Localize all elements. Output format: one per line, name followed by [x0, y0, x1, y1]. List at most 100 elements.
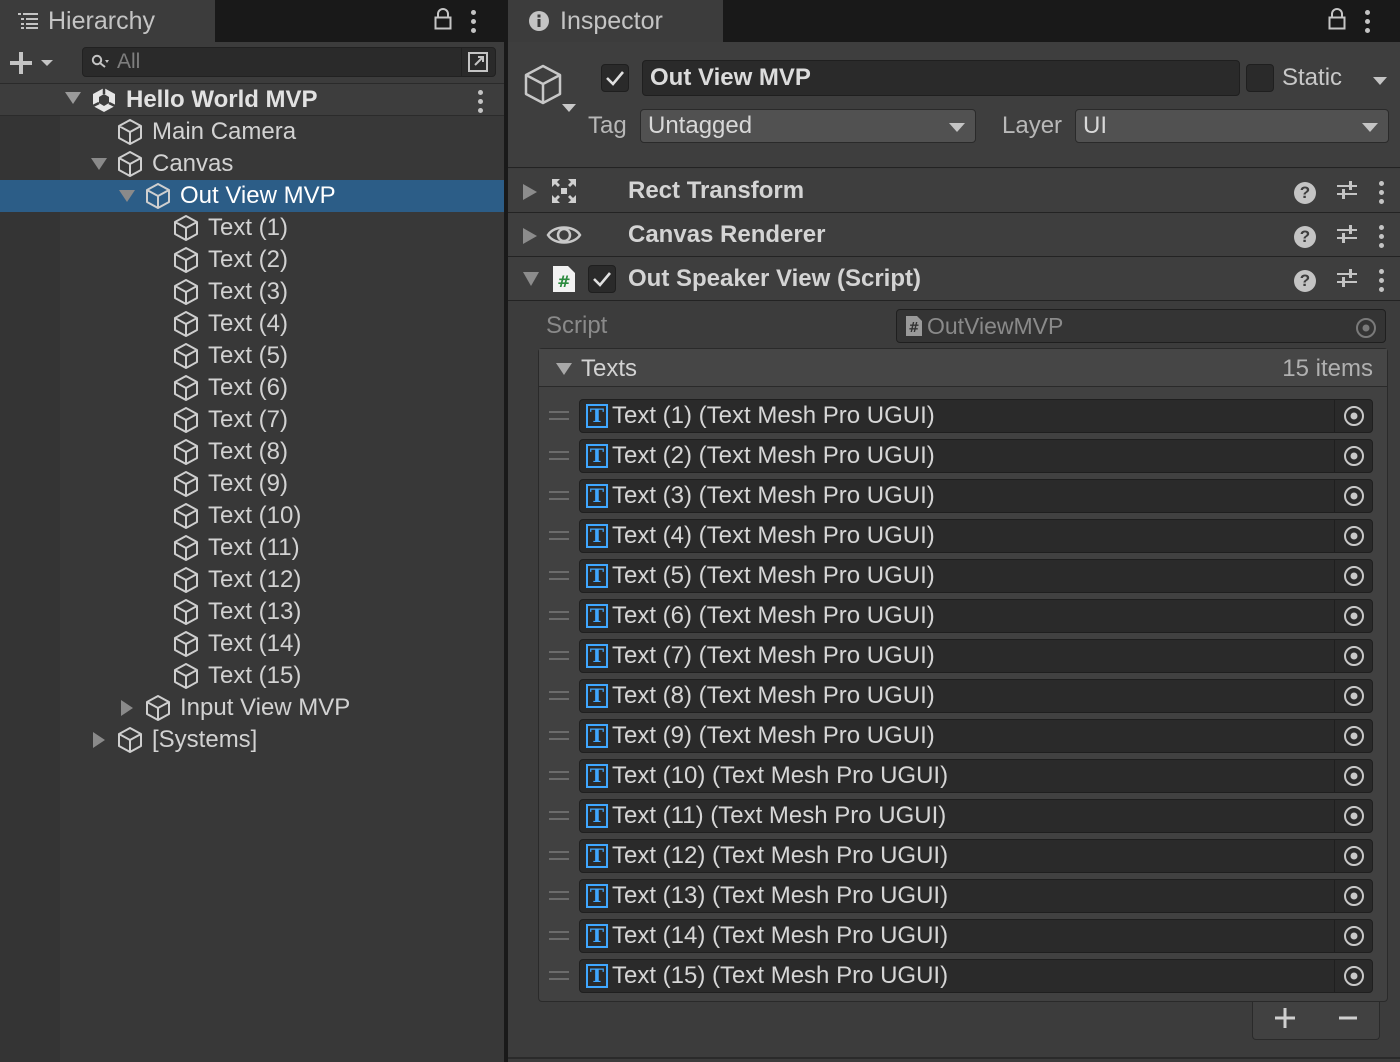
object-picker-icon[interactable] — [1334, 720, 1372, 752]
object-reference-field[interactable]: T Text (10) (Text Mesh Pro UGUI) — [579, 759, 1373, 793]
create-button[interactable] — [8, 50, 54, 76]
object-picker-icon[interactable] — [1334, 480, 1372, 512]
drag-handle-icon[interactable] — [549, 851, 569, 865]
gameobject-cube-icon[interactable] — [522, 62, 580, 121]
drag-handle-icon[interactable] — [549, 411, 569, 425]
presets-icon[interactable] — [1336, 223, 1358, 250]
drag-handle-icon[interactable] — [549, 651, 569, 665]
texts-list-header[interactable]: Texts 15 items — [539, 349, 1387, 387]
hierarchy-item[interactable]: Text (5) — [0, 340, 504, 372]
object-picker-icon[interactable] — [1334, 840, 1372, 872]
object-name-field[interactable]: Out View MVP — [642, 60, 1240, 96]
help-icon[interactable]: ? — [1294, 181, 1316, 204]
hierarchy-item[interactable]: Text (11) — [0, 532, 504, 564]
object-reference-field[interactable]: T Text (11) (Text Mesh Pro UGUI) — [579, 799, 1373, 833]
component-menu-icon[interactable] — [1378, 269, 1384, 292]
collapse-arrow-icon[interactable] — [118, 187, 136, 205]
help-icon[interactable]: ? — [1294, 269, 1316, 292]
hierarchy-item[interactable]: Main Camera — [0, 116, 504, 148]
static-dropdown-icon[interactable] — [1372, 74, 1388, 92]
hierarchy-menu-icon[interactable] — [470, 9, 476, 33]
hierarchy-item[interactable]: Out View MVP — [0, 180, 504, 212]
hierarchy-item[interactable]: Text (15) — [0, 660, 504, 692]
add-element-button[interactable] — [1274, 1007, 1296, 1034]
drag-handle-icon[interactable] — [549, 571, 569, 585]
drag-handle-icon[interactable] — [549, 611, 569, 625]
object-picker-icon[interactable] — [1334, 680, 1372, 712]
hierarchy-search-input[interactable]: All — [82, 47, 496, 77]
component-canvas-renderer[interactable]: Canvas Renderer ? — [508, 213, 1400, 257]
collapse-arrow-icon[interactable] — [522, 271, 540, 292]
object-reference-field[interactable]: T Text (6) (Text Mesh Pro UGUI) — [579, 599, 1373, 633]
object-reference-field[interactable]: T Text (2) (Text Mesh Pro UGUI) — [579, 439, 1373, 473]
hierarchy-item[interactable]: Text (14) — [0, 628, 504, 660]
lock-icon[interactable] — [1328, 7, 1346, 35]
object-picker-icon[interactable] — [1334, 400, 1372, 432]
expand-arrow-icon[interactable] — [118, 699, 136, 717]
tag-dropdown[interactable]: Untagged — [640, 109, 976, 143]
hierarchy-item[interactable]: Text (4) — [0, 308, 504, 340]
collapse-arrow-icon[interactable] — [555, 362, 573, 376]
object-picker-icon[interactable] — [1334, 600, 1372, 632]
hierarchy-item[interactable]: Input View MVP — [0, 692, 504, 724]
help-icon[interactable]: ? — [1294, 225, 1316, 248]
hierarchy-item[interactable]: Text (2) — [0, 244, 504, 276]
object-reference-field[interactable]: T Text (8) (Text Mesh Pro UGUI) — [579, 679, 1373, 713]
component-menu-icon[interactable] — [1378, 225, 1384, 248]
hierarchy-item[interactable]: Text (13) — [0, 596, 504, 628]
object-picker-icon[interactable] — [1334, 560, 1372, 592]
inspector-menu-icon[interactable] — [1364, 9, 1370, 33]
drag-handle-icon[interactable] — [549, 691, 569, 705]
object-reference-field[interactable]: T Text (12) (Text Mesh Pro UGUI) — [579, 839, 1373, 873]
scene-search-icon[interactable] — [461, 48, 493, 76]
component-menu-icon[interactable] — [1378, 181, 1384, 204]
object-reference-field[interactable]: T Text (4) (Text Mesh Pro UGUI) — [579, 519, 1373, 553]
hierarchy-item[interactable]: Text (8) — [0, 436, 504, 468]
drag-handle-icon[interactable] — [549, 891, 569, 905]
object-reference-field[interactable]: T Text (14) (Text Mesh Pro UGUI) — [579, 919, 1373, 953]
hierarchy-item[interactable]: Text (10) — [0, 500, 504, 532]
layer-dropdown[interactable]: UI — [1075, 109, 1389, 143]
hierarchy-item[interactable]: Text (7) — [0, 404, 504, 436]
object-picker-icon[interactable] — [1334, 640, 1372, 672]
object-reference-field[interactable]: T Text (3) (Text Mesh Pro UGUI) — [579, 479, 1373, 513]
active-checkbox[interactable] — [601, 64, 629, 92]
scene-menu-icon[interactable] — [477, 90, 483, 113]
object-picker-icon[interactable] — [1334, 920, 1372, 952]
drag-handle-icon[interactable] — [549, 771, 569, 785]
expand-arrow-icon[interactable] — [522, 227, 538, 250]
drag-handle-icon[interactable] — [549, 491, 569, 505]
remove-element-button[interactable] — [1338, 1007, 1358, 1034]
object-reference-field[interactable]: T Text (5) (Text Mesh Pro UGUI) — [579, 559, 1373, 593]
collapse-arrow-icon[interactable] — [90, 155, 108, 173]
drag-handle-icon[interactable] — [549, 451, 569, 465]
hierarchy-item[interactable]: [Systems] — [0, 724, 504, 756]
object-reference-field[interactable]: T Text (13) (Text Mesh Pro UGUI) — [579, 879, 1373, 913]
object-reference-field[interactable]: T Text (1) (Text Mesh Pro UGUI) — [579, 399, 1373, 433]
hierarchy-item[interactable]: Text (3) — [0, 276, 504, 308]
component-out-speaker-view[interactable]: # Out Speaker View (Script) ? — [508, 257, 1400, 301]
expand-arrow-icon[interactable] — [522, 183, 538, 206]
hierarchy-item[interactable]: Text (1) — [0, 212, 504, 244]
object-reference-field[interactable]: T Text (9) (Text Mesh Pro UGUI) — [579, 719, 1373, 753]
hierarchy-item[interactable]: Text (12) — [0, 564, 504, 596]
drag-handle-icon[interactable] — [549, 731, 569, 745]
presets-icon[interactable] — [1336, 267, 1358, 294]
collapse-arrow-icon[interactable] — [64, 91, 82, 110]
presets-icon[interactable] — [1336, 179, 1358, 206]
drag-handle-icon[interactable] — [549, 531, 569, 545]
hierarchy-item[interactable]: Text (6) — [0, 372, 504, 404]
object-picker-icon[interactable] — [1334, 520, 1372, 552]
lock-icon[interactable] — [434, 7, 452, 35]
component-rect-transform[interactable]: Rect Transform ? — [508, 169, 1400, 213]
drag-handle-icon[interactable] — [549, 931, 569, 945]
object-reference-field[interactable]: T Text (15) (Text Mesh Pro UGUI) — [579, 959, 1373, 993]
static-checkbox[interactable] — [1246, 64, 1274, 92]
drag-handle-icon[interactable] — [549, 971, 569, 985]
object-picker-icon[interactable] — [1334, 800, 1372, 832]
component-enabled-checkbox[interactable] — [588, 265, 616, 293]
object-reference-field[interactable]: T Text (7) (Text Mesh Pro UGUI) — [579, 639, 1373, 673]
scene-row[interactable]: Hello World MVP — [0, 84, 504, 116]
object-picker-icon[interactable] — [1334, 960, 1372, 992]
hierarchy-item[interactable]: Text (9) — [0, 468, 504, 500]
